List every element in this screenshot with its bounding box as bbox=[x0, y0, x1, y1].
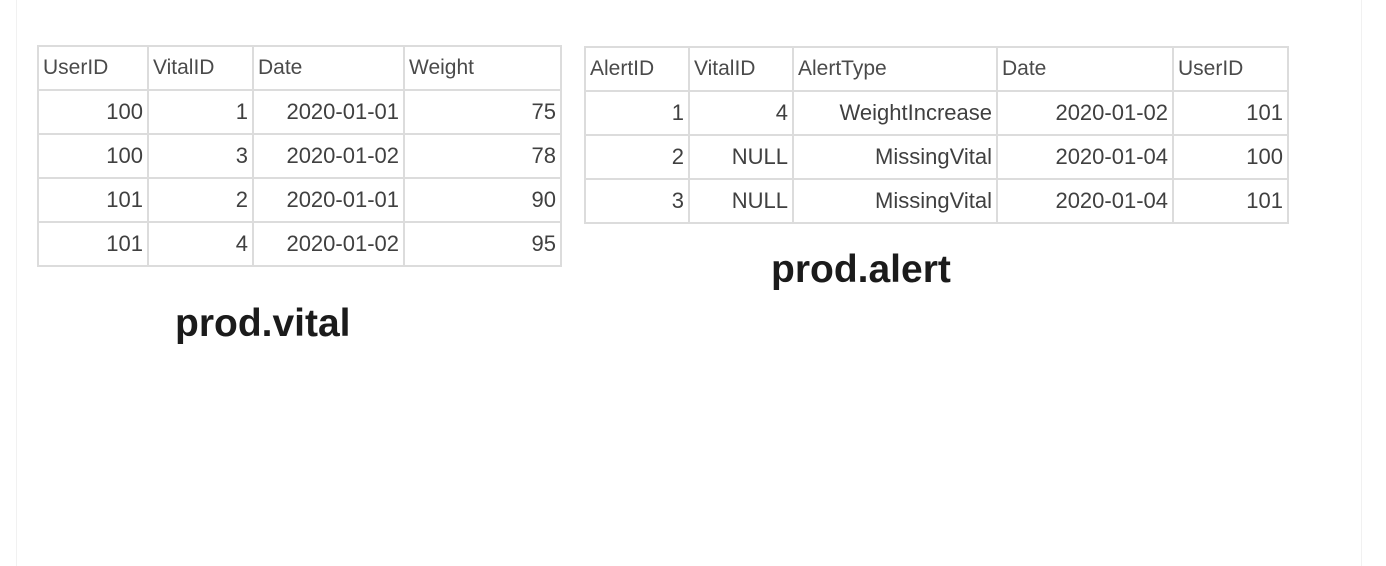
column-header: AlertID bbox=[584, 46, 690, 92]
column-header: Date bbox=[252, 45, 405, 91]
table-cell: 101 bbox=[37, 177, 149, 223]
table-cell: 2020-01-02 bbox=[996, 90, 1174, 136]
table-cell: NULL bbox=[688, 178, 794, 224]
table-cell: 100 bbox=[37, 133, 149, 179]
table-cell: MissingVital bbox=[792, 134, 998, 180]
alert-table-caption: prod.alert bbox=[771, 248, 951, 291]
table-cell: 101 bbox=[1172, 90, 1289, 136]
column-header: VitalID bbox=[688, 46, 794, 92]
table-row: 101 4 2020-01-02 95 bbox=[37, 221, 562, 267]
column-header: UserID bbox=[1172, 46, 1289, 92]
table-cell: MissingVital bbox=[792, 178, 998, 224]
table-cell: 2020-01-01 bbox=[252, 177, 405, 223]
table-cell: 2020-01-02 bbox=[252, 221, 405, 267]
table-cell: 1 bbox=[584, 90, 690, 136]
table-cell: 101 bbox=[37, 221, 149, 267]
table-cell: 3 bbox=[584, 178, 690, 224]
table-cell: 75 bbox=[403, 89, 562, 135]
table-cell: 4 bbox=[688, 90, 794, 136]
table-row: 100 3 2020-01-02 78 bbox=[37, 133, 562, 179]
table-row: 3 NULL MissingVital 2020-01-04 101 bbox=[584, 178, 1289, 224]
table-cell: 2 bbox=[147, 177, 254, 223]
table-row: 1 4 WeightIncrease 2020-01-02 101 bbox=[584, 90, 1289, 136]
table-cell: 100 bbox=[1172, 134, 1289, 180]
vital-table-caption: prod.vital bbox=[175, 302, 351, 345]
column-header: AlertType bbox=[792, 46, 998, 92]
table-cell: WeightIncrease bbox=[792, 90, 998, 136]
table-cell: 101 bbox=[1172, 178, 1289, 224]
table-header-row: UserID VitalID Date Weight bbox=[37, 45, 562, 91]
table-row: 101 2 2020-01-01 90 bbox=[37, 177, 562, 223]
table-cell: 2 bbox=[584, 134, 690, 180]
table-cell: 2020-01-04 bbox=[996, 178, 1174, 224]
column-header: Weight bbox=[403, 45, 562, 91]
table-row: 2 NULL MissingVital 2020-01-04 100 bbox=[584, 134, 1289, 180]
table-cell: 4 bbox=[147, 221, 254, 267]
table-cell: 3 bbox=[147, 133, 254, 179]
table-cell: NULL bbox=[688, 134, 794, 180]
table-cell: 100 bbox=[37, 89, 149, 135]
column-header: Date bbox=[996, 46, 1174, 92]
alert-table: AlertID VitalID AlertType Date UserID 1 … bbox=[584, 46, 1289, 224]
table-header-row: AlertID VitalID AlertType Date UserID bbox=[584, 46, 1289, 92]
column-header: VitalID bbox=[147, 45, 254, 91]
table-cell: 1 bbox=[147, 89, 254, 135]
table-cell: 2020-01-04 bbox=[996, 134, 1174, 180]
table-cell: 78 bbox=[403, 133, 562, 179]
vital-table: UserID VitalID Date Weight 100 1 2020-01… bbox=[37, 45, 562, 267]
table-cell: 2020-01-02 bbox=[252, 133, 405, 179]
table-cell: 90 bbox=[403, 177, 562, 223]
table-row: 100 1 2020-01-01 75 bbox=[37, 89, 562, 135]
column-header: UserID bbox=[37, 45, 149, 91]
table-cell: 2020-01-01 bbox=[252, 89, 405, 135]
table-cell: 95 bbox=[403, 221, 562, 267]
